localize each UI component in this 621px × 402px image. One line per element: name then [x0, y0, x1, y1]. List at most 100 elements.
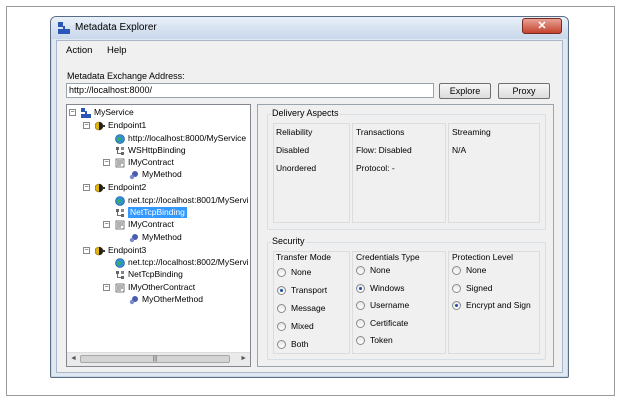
method-icon	[129, 170, 139, 180]
tree-node[interactable]: IMyContract	[128, 157, 174, 168]
transaction-flow-value: Flow: Disabled	[356, 145, 412, 155]
transfer-mode-option-label[interactable]: Message	[291, 303, 326, 313]
horizontal-scrollbar[interactable]: ◄ ||| ►	[67, 352, 250, 366]
close-button[interactable]: ✕	[522, 18, 562, 34]
transfer-mode-radio[interactable]	[277, 286, 286, 295]
scroll-right-icon[interactable]: ►	[240, 355, 247, 362]
contract-icon	[115, 220, 125, 230]
method-icon	[129, 295, 139, 305]
tree-node[interactable]: net.tcp://localhost:8001/MyServi	[128, 195, 248, 206]
binding-icon	[115, 146, 125, 156]
tree-node[interactable]: NetTcpBinding	[128, 269, 183, 280]
window-title: Metadata Explorer	[75, 22, 157, 33]
service-icon	[58, 22, 70, 34]
protection-level-radio[interactable]	[452, 301, 461, 310]
tree-expander[interactable]: −	[103, 284, 110, 291]
tree-node[interactable]: MyMethod	[142, 232, 182, 243]
service-tree[interactable]: ◄ ||| ► − MyService − Endpoint1 http://local…	[66, 104, 251, 367]
transfer-mode-option-label[interactable]: Transport	[291, 285, 327, 295]
credentials-type-option-label[interactable]: Certificate	[370, 318, 408, 328]
ordering-value: Unordered	[276, 163, 317, 173]
scroll-thumb[interactable]: |||	[80, 355, 230, 363]
transfer-mode-option-label[interactable]: Both	[291, 339, 309, 349]
transfer-mode-radio[interactable]	[277, 322, 286, 331]
address-globe-icon	[115, 258, 125, 268]
credentials-type-radio[interactable]	[356, 283, 365, 293]
credentials-type-heading: Credentials Type	[356, 252, 420, 262]
streaming-heading: Streaming	[452, 127, 491, 137]
credentials-type-option-label[interactable]: Username	[370, 300, 409, 310]
reliability-box	[273, 123, 350, 223]
tree-node[interactable]: Endpoint3	[108, 245, 146, 256]
credentials-type-option-label[interactable]: Windows	[370, 283, 404, 293]
streaming-box	[448, 123, 540, 223]
credentials-type-radio[interactable]	[356, 318, 365, 328]
details-panel: Delivery Aspects Reliability Disabled Un…	[257, 104, 554, 367]
streaming-value: N/A	[452, 145, 467, 155]
address-globe-icon	[115, 196, 125, 206]
menu-help[interactable]: Help	[107, 45, 127, 56]
protection-level-option-label[interactable]: Signed	[466, 283, 492, 293]
credentials-type-radio[interactable]	[356, 301, 365, 310]
metadata-explorer-window: Metadata Explorer ✕ Action Help Metadata…	[50, 16, 569, 378]
endpoint-icon	[94, 183, 105, 193]
service-icon	[81, 108, 91, 118]
explore-button[interactable]: Explore	[439, 83, 491, 99]
tree-expander[interactable]: −	[103, 221, 110, 228]
tree-expander[interactable]: −	[83, 122, 90, 129]
address-globe-icon	[115, 134, 125, 144]
transfer-mode-radio[interactable]	[277, 268, 286, 277]
reliability-heading: Reliability	[276, 127, 313, 137]
credentials-type-radio[interactable]	[356, 336, 365, 345]
protection-level-radio[interactable]	[452, 283, 461, 293]
protection-level-radio[interactable]	[452, 266, 461, 275]
address-label: Metadata Exchange Address:	[67, 71, 185, 81]
tree-expander[interactable]: −	[83, 184, 90, 191]
tree-node[interactable]: net.tcp://localhost:8002/MyServi	[128, 257, 248, 268]
credentials-type-option-label[interactable]: Token	[370, 335, 393, 345]
title-bar[interactable]: Metadata Explorer ✕	[51, 17, 568, 39]
protection-level-heading: Protection Level	[452, 252, 513, 262]
endpoint-icon	[94, 121, 105, 131]
tree-node[interactable]: IMyContract	[128, 219, 174, 230]
tree-node[interactable]: IMyOtherContract	[128, 282, 195, 293]
tree-expander[interactable]: −	[83, 247, 90, 254]
binding-icon	[115, 270, 125, 280]
contract-icon	[115, 158, 125, 168]
endpoint-icon	[94, 246, 105, 256]
reliability-value: Disabled	[276, 145, 310, 155]
tree-node[interactable]: Endpoint1	[108, 120, 146, 131]
scroll-left-icon[interactable]: ◄	[70, 355, 77, 362]
tree-expander[interactable]: −	[103, 159, 110, 166]
delivery-aspects-title: Delivery Aspects	[271, 108, 340, 118]
tree-node[interactable]: http://localhost:8000/MyService	[128, 133, 246, 144]
menu-action[interactable]: Action	[66, 45, 92, 56]
transactions-box	[352, 123, 446, 223]
tree-expander[interactable]: −	[69, 109, 76, 116]
credentials-type-radio[interactable]	[356, 266, 365, 275]
proxy-button[interactable]: Proxy	[498, 83, 550, 99]
transaction-protocol-value: Protocol: -	[356, 163, 395, 173]
tree-node[interactable]: NetTcpBinding	[128, 207, 187, 218]
binding-icon	[115, 208, 125, 218]
protection-level-option-label[interactable]: Encrypt and Sign	[466, 300, 531, 310]
transfer-mode-heading: Transfer Mode	[276, 252, 331, 262]
security-title: Security	[271, 236, 306, 246]
protection-level-option-label[interactable]: None	[466, 265, 486, 275]
credentials-type-option-label[interactable]: None	[370, 265, 390, 275]
transfer-mode-option-label[interactable]: Mixed	[291, 321, 314, 331]
tree-node[interactable]: MyOtherMethod	[142, 294, 203, 305]
method-icon	[129, 233, 139, 243]
tree-node[interactable]: WSHttpBinding	[128, 145, 186, 156]
contract-icon	[115, 283, 125, 293]
tree-node[interactable]: Endpoint2	[108, 182, 146, 193]
transfer-mode-radio[interactable]	[277, 304, 286, 313]
tree-node[interactable]: MyMethod	[142, 169, 182, 180]
address-input[interactable]: http://localhost:8000/	[66, 83, 434, 98]
transfer-mode-option-label[interactable]: None	[291, 267, 311, 277]
menu-bar: Action Help	[57, 41, 562, 59]
transfer-mode-radio[interactable]	[277, 340, 286, 349]
transactions-heading: Transactions	[356, 127, 405, 137]
tree-node[interactable]: MyService	[94, 107, 134, 118]
client-area: Action Help Metadata Exchange Address: h…	[56, 40, 563, 373]
